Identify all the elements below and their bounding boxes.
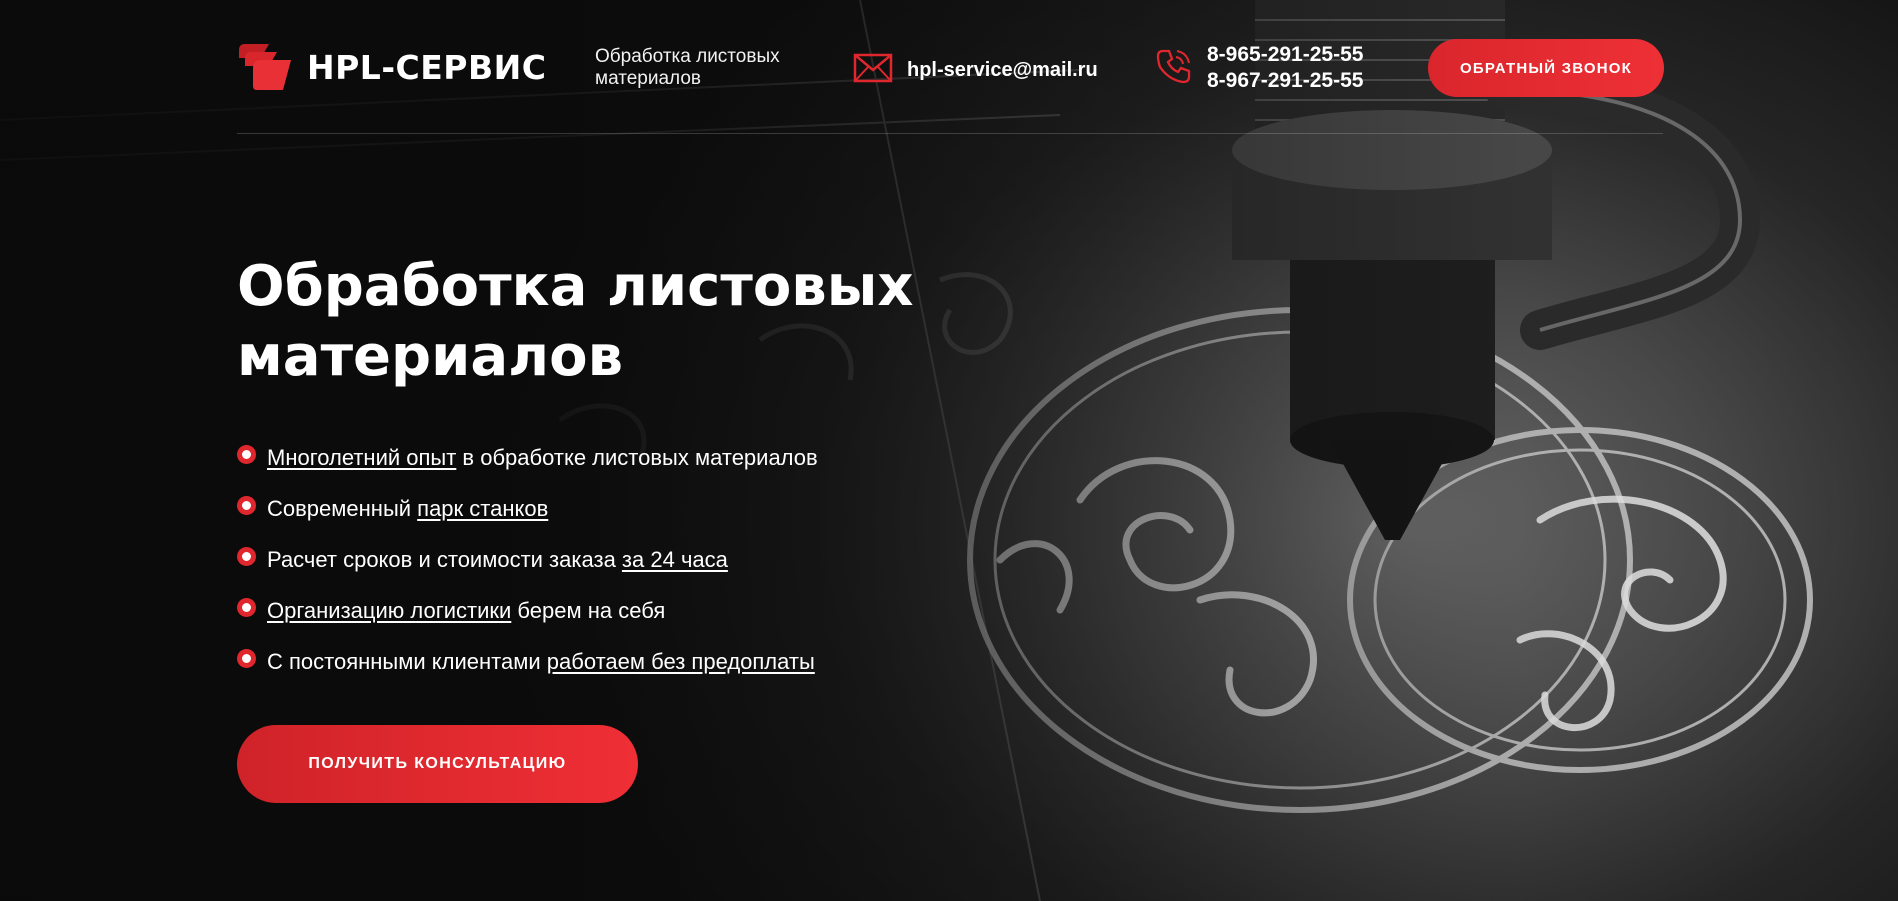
phone-contacts: 8-965-291-25-55 8-967-291-25-55 <box>1155 42 1363 94</box>
bullet-icon <box>237 445 256 464</box>
phone-icon <box>1155 47 1193 90</box>
feature-text: Современный <box>267 495 418 521</box>
list-item: Современный парк станков <box>237 483 818 534</box>
bullet-icon <box>237 496 256 515</box>
bullet-icon <box>237 547 256 566</box>
site-header: HPL-СЕРВИС Обработка листовых материалов… <box>237 0 1664 134</box>
feature-link[interactable]: Организацию логистики <box>267 598 511 624</box>
list-item: Организацию логистики берем на себя <box>237 585 818 636</box>
bullet-icon <box>237 598 256 617</box>
feature-text: С постоянными клиентами <box>267 648 547 674</box>
feature-link[interactable]: работаем без предоплаты <box>547 649 815 675</box>
email-link[interactable]: hpl-service@mail.ru <box>907 59 1098 82</box>
phone-number-2[interactable]: 8-967-291-25-55 <box>1207 68 1363 94</box>
header-tagline: Обработка листовых материалов <box>595 46 780 89</box>
list-item: С постоянными клиентами работаем без пре… <box>237 636 818 687</box>
feature-link[interactable]: за 24 часа <box>622 547 728 573</box>
logo[interactable]: HPL-СЕРВИС <box>237 42 546 92</box>
feature-text: берем на себя <box>511 597 666 623</box>
hero-title: Обработка листовых материалов <box>237 254 914 389</box>
brand-name: HPL-СЕРВИС <box>307 47 547 87</box>
feature-link[interactable]: Многолетний опыт <box>267 445 456 471</box>
feature-text: Расчет сроков и стоимости заказа <box>267 546 622 572</box>
features-list: Многолетний опыт в обработке листовых ма… <box>237 432 818 687</box>
list-item: Расчет сроков и стоимости заказа за 24 ч… <box>237 534 818 585</box>
list-item: Многолетний опыт в обработке листовых ма… <box>237 432 818 483</box>
get-consultation-button[interactable]: ПОЛУЧИТЬ КОНСУЛЬТАЦИЮ <box>237 725 638 803</box>
bullet-icon <box>237 649 256 668</box>
feature-text: в обработке листовых материалов <box>456 444 818 470</box>
stacked-sheets-logo-icon <box>237 42 293 92</box>
phone-number-1[interactable]: 8-965-291-25-55 <box>1207 42 1363 68</box>
envelope-icon <box>853 53 893 88</box>
callback-button[interactable]: ОБРАТНЫЙ ЗВОНОК <box>1428 39 1664 97</box>
email-contact[interactable]: hpl-service@mail.ru <box>853 53 1098 88</box>
feature-link[interactable]: парк станков <box>417 496 548 522</box>
